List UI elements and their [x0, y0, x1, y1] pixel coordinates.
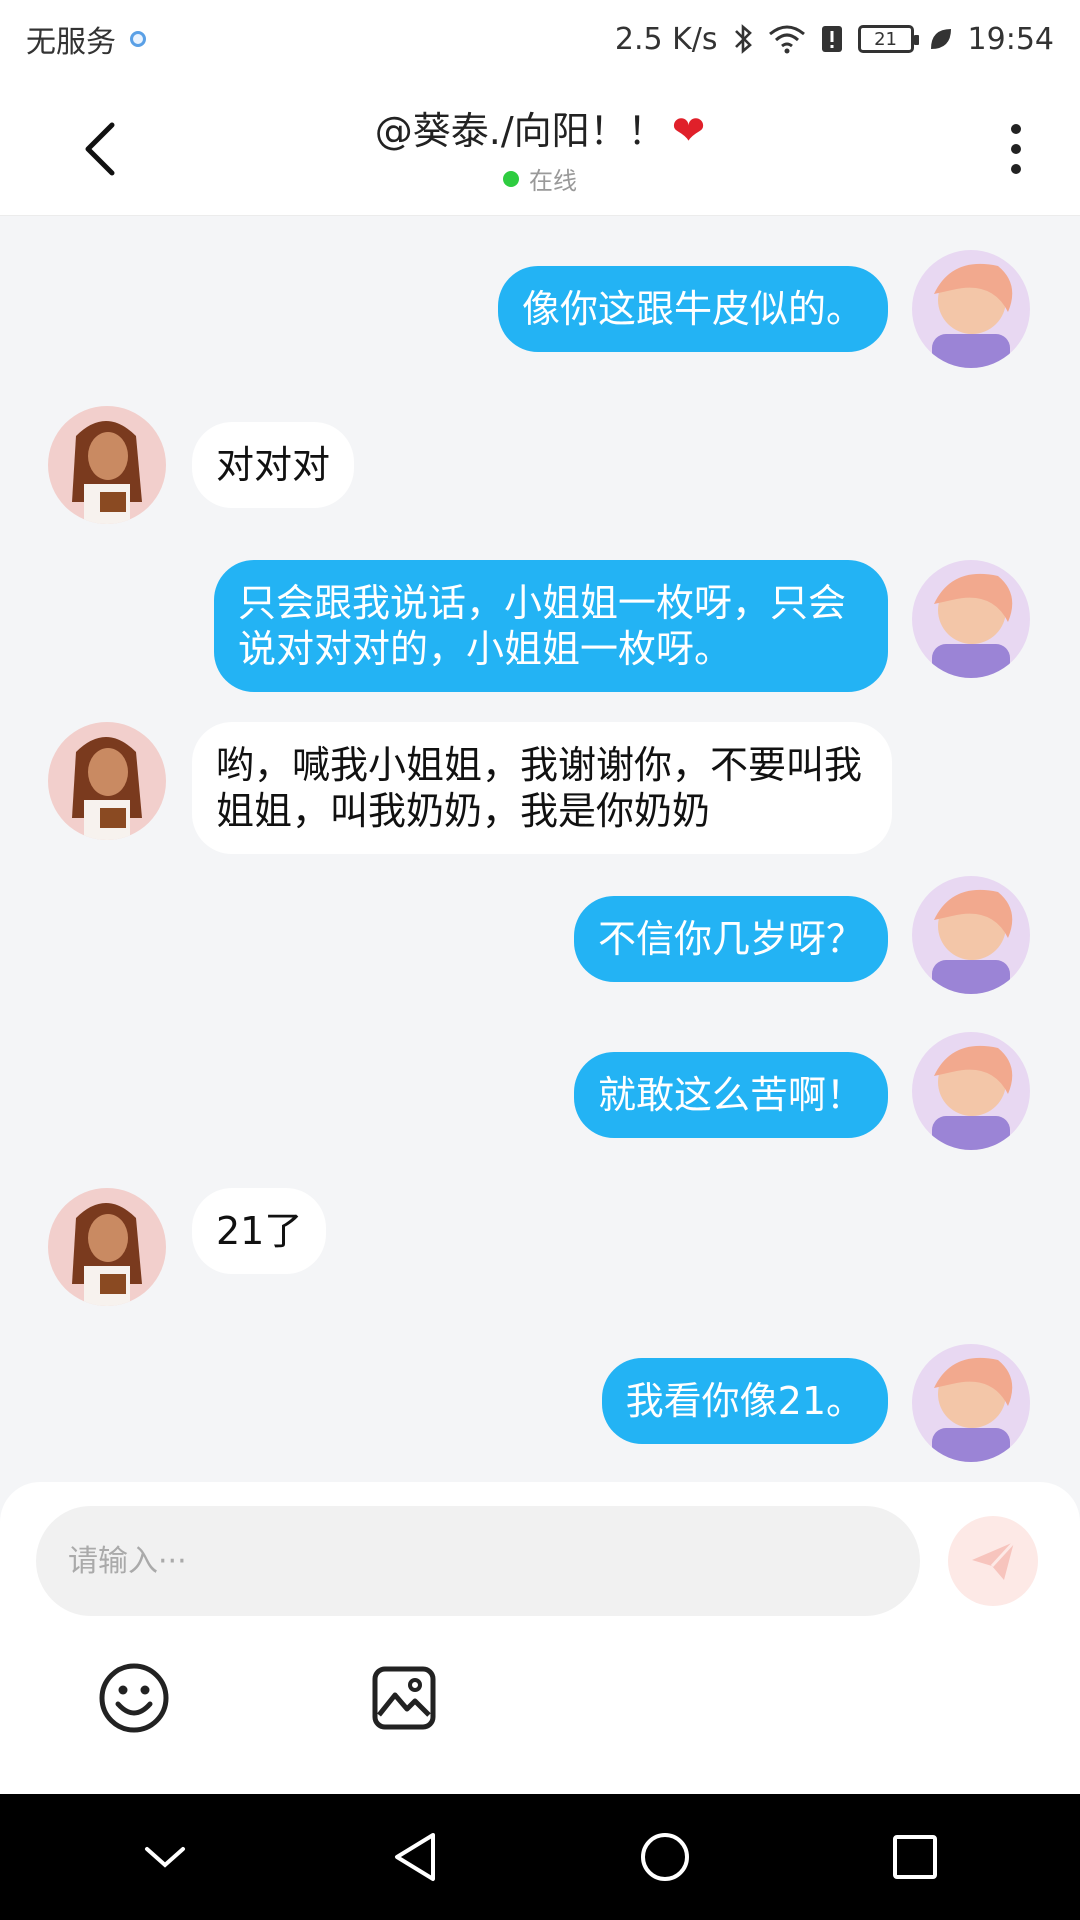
chat-screen: 无服务 2.5 K/s 21 19:54 @葵泰./向阳！！ ❤ 在线 像你这跟…: [0, 0, 1080, 1920]
battery-level: 21: [874, 28, 897, 50]
other-avatar[interactable]: [48, 406, 166, 524]
message-bubble[interactable]: 对对对: [192, 422, 355, 508]
message-bubble[interactable]: 21了: [192, 1188, 327, 1274]
self-avatar[interactable]: [912, 1344, 1030, 1462]
more-dot: [1011, 164, 1021, 174]
self-avatar[interactable]: [912, 876, 1030, 994]
message-bubble[interactable]: 像你这跟牛皮似的。: [497, 266, 888, 352]
avatar-image: [912, 560, 1030, 678]
avatar-image: [912, 1344, 1030, 1462]
chat-title-row: @葵泰./向阳！！ ❤: [0, 100, 1080, 155]
wifi-icon: [768, 24, 806, 54]
avatar-image: [48, 1188, 166, 1306]
message-bubble[interactable]: 不信你几岁呀？: [573, 896, 888, 982]
other-avatar[interactable]: [48, 722, 166, 840]
composer: [0, 1482, 1080, 1794]
status-left: 无服务: [26, 17, 146, 61]
system-nav-bar: [0, 1794, 1080, 1920]
triangle-back-icon: [395, 1833, 435, 1881]
image-button[interactable]: [368, 1662, 440, 1734]
avatar-image: [912, 876, 1030, 994]
message-bubble[interactable]: 我看你像21。: [601, 1358, 888, 1444]
heart-icon: ❤: [671, 108, 706, 154]
status-right: 2.5 K/s 21 19:54: [615, 22, 1054, 57]
message-bubble[interactable]: 就敢这么苦啊！: [573, 1052, 888, 1138]
avatar-image: [48, 722, 166, 840]
chat-title: @葵泰./向阳！！: [374, 109, 666, 153]
bluetooth-icon: [732, 23, 754, 55]
circle-home-icon: [641, 1833, 689, 1881]
more-options-button[interactable]: [996, 116, 1036, 182]
avatar-image: [48, 406, 166, 524]
online-status-text: 在线: [529, 167, 577, 195]
more-vertical-icon: [1011, 124, 1021, 134]
send-button[interactable]: [948, 1516, 1038, 1606]
message-bubble[interactable]: 哟，喊我小姐姐，我谢谢你，不要叫我姐姐，叫我奶奶，我是你奶奶: [192, 722, 892, 854]
nav-back-button[interactable]: [375, 1817, 455, 1897]
chevron-down-icon: [145, 1847, 185, 1868]
message-list[interactable]: 像你这跟牛皮似的。 对对对 只会跟我说话，小姐姐一枚呀，只会说对对对的，小姐姐一…: [0, 216, 1080, 1482]
message-input[interactable]: [36, 1506, 920, 1616]
avatar-image: [912, 250, 1030, 368]
title-block: @葵泰./向阳！！ ❤ 在线: [0, 100, 1080, 196]
nav-home-button[interactable]: [625, 1817, 705, 1897]
nav-collapse-button[interactable]: [125, 1817, 205, 1897]
smiley-icon: [99, 1663, 169, 1733]
notification-icon: [130, 31, 146, 47]
self-avatar[interactable]: [912, 1032, 1030, 1150]
alert-icon: [820, 24, 844, 54]
status-bar: 无服务 2.5 K/s 21 19:54: [0, 0, 1080, 78]
nav-recents-button[interactable]: [875, 1817, 955, 1897]
emoji-button[interactable]: [98, 1662, 170, 1734]
more-dot: [1011, 144, 1021, 154]
online-dot-icon: [503, 170, 519, 187]
online-status: 在线: [0, 161, 1080, 196]
avatar-image: [912, 1032, 1030, 1150]
battery-icon: 21: [857, 25, 919, 53]
net-speed-text: 2.5 K/s: [614, 21, 718, 57]
leaf-icon: [928, 26, 954, 52]
self-avatar[interactable]: [912, 560, 1030, 678]
image-icon: [372, 1666, 436, 1730]
square-recents-icon: [893, 1835, 937, 1879]
self-avatar[interactable]: [912, 250, 1030, 368]
other-avatar[interactable]: [48, 1188, 166, 1306]
message-bubble[interactable]: 只会跟我说话，小姐姐一枚呀，只会说对对对的，小姐姐一枚呀。: [214, 560, 888, 692]
clock-text: 19:54: [967, 21, 1054, 57]
send-icon: [972, 1540, 1016, 1580]
chat-header: @葵泰./向阳！！ ❤ 在线: [0, 78, 1080, 216]
carrier-text: 无服务: [26, 25, 116, 60]
